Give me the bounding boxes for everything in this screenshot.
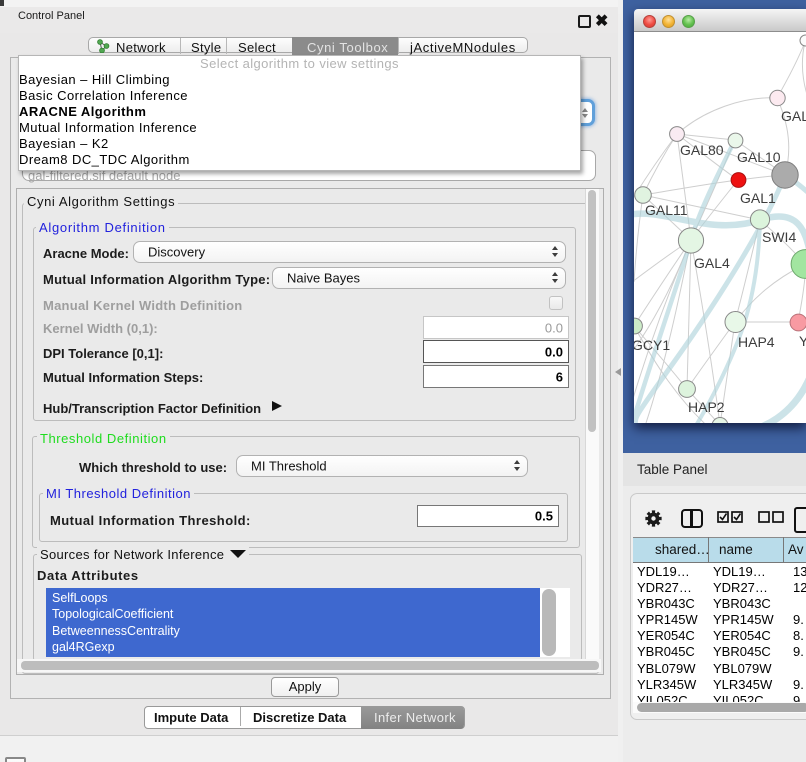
svg-text:GAL10: GAL10 — [737, 149, 781, 165]
svg-text:GAL80: GAL80 — [680, 142, 724, 158]
svg-text:GAL1: GAL1 — [740, 190, 776, 206]
svg-text:Y: Y — [799, 333, 806, 349]
svg-text:GAL4: GAL4 — [694, 255, 730, 271]
svg-text:GAL11: GAL11 — [645, 202, 688, 218]
svg-text:HAP4: HAP4 — [738, 334, 775, 350]
svg-text:SWI4: SWI4 — [762, 229, 796, 245]
svg-text:GCY1: GCY1 — [634, 337, 670, 353]
svg-text:HAP2: HAP2 — [688, 399, 725, 415]
svg-text:GAL2: GAL2 — [781, 108, 806, 124]
